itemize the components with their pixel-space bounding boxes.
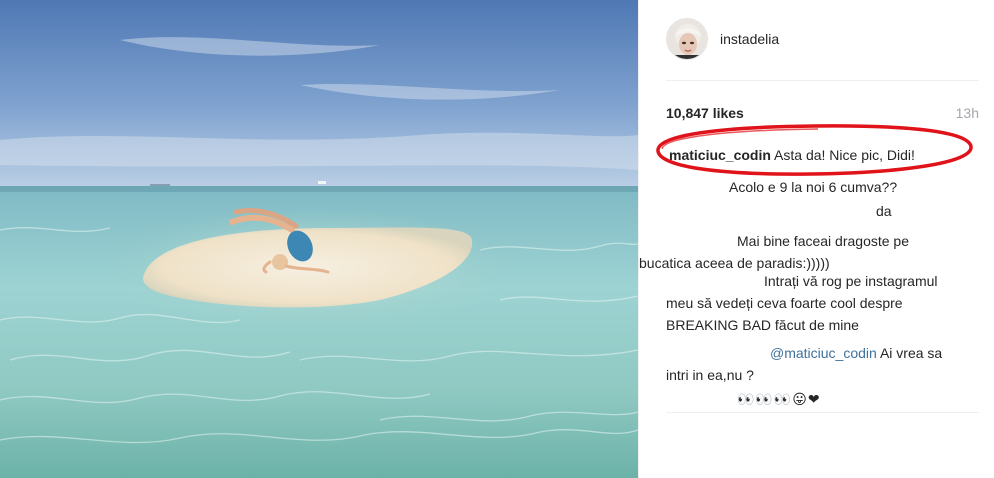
mention-link[interactable]: @maticiuc_codin [770,345,877,361]
post-photo[interactable] [0,0,638,478]
emoji-comment: 👀👀👀😛❤ [737,391,821,407]
post-header: instadelia [666,18,779,60]
post-side-panel: instadelia 10,847 likes 13h maticiuc_cod… [638,0,994,478]
comment-text-line: BREAKING BAD făcut de mine [666,317,859,333]
comment-text-line: meu să vedeți ceva foarte cool despre [666,295,903,311]
comment-text-line: intri in ea,nu ? [666,367,754,383]
comment-text: Acolo e 9 la noi 6 cumva?? [729,179,898,195]
comment-item: maticiuc_codin Asta da! Nice pic, Didi! [669,144,979,166]
comment-text-line: Mai bine faceai dragoste pe [737,233,909,249]
comment-item: @maticiuc_codin Ai vrea sa intri in ea,n… [666,342,979,386]
comment-item: 👀👀👀😛❤ [737,388,937,410]
comment-text: Asta da! Nice pic, Didi! [774,147,915,163]
profile-avatar-icon [667,19,707,59]
comment-author[interactable]: maticiuc_codin [669,147,771,163]
comment-text-line: Intrați vă rog pe instagramul [764,273,938,289]
post-stats: 10,847 likes 13h [666,105,979,123]
footer-divider [666,412,979,413]
comment-item: Acolo e 9 la noi 6 cumva?? [729,176,979,198]
header-divider [666,80,979,81]
likes-count[interactable]: 10,847 likes [666,105,744,121]
comment-item: da [876,200,956,222]
beach-photo-graphic [0,0,638,478]
comment-text-line: Ai vrea sa [879,345,943,361]
comment-item: Mai bine faceai dragoste pe bucatica ace… [639,230,994,274]
comment-text: da [876,203,892,219]
comment-item: Intrați vă rog pe instagramul meu să ved… [666,270,979,336]
avatar[interactable] [666,18,708,60]
username-link[interactable]: instadelia [720,31,779,47]
post-timestamp[interactable]: 13h [956,105,979,121]
